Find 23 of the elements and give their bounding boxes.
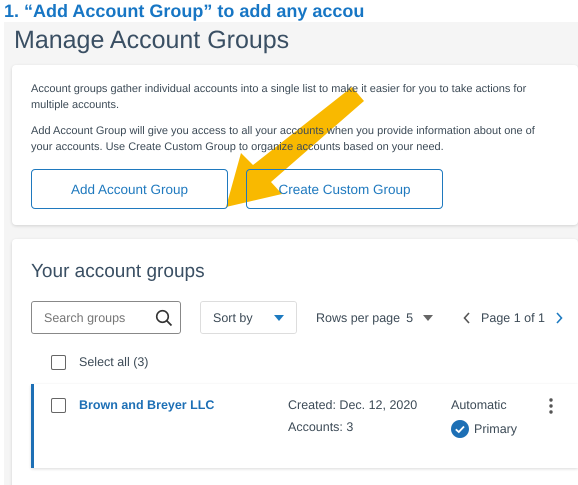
rows-per-page-dropdown[interactable]: 5 xyxy=(406,310,434,324)
rows-per-page-label: Rows per page xyxy=(316,310,400,324)
accounts-count: Accounts: 3 xyxy=(288,420,354,434)
outline-button[interactable]: Create Custom Group xyxy=(246,169,443,209)
search-field[interactable]: Search groups xyxy=(31,301,181,334)
select-all-checkbox[interactable] xyxy=(51,354,66,370)
caret-icon xyxy=(274,314,284,320)
next-page-icon[interactable] xyxy=(554,312,563,324)
primary-label: Primary xyxy=(474,422,518,436)
row-checkbox[interactable] xyxy=(51,398,66,413)
select-all-label: Select all (3) xyxy=(79,355,148,369)
caret-icon xyxy=(423,314,434,320)
page-title: Manage Account Groups xyxy=(14,26,290,55)
created-date: Created: Dec. 12, 2020 xyxy=(288,398,418,412)
tutorial-heading: 1. “Add Account Group” to add any accou xyxy=(3,0,366,22)
group-type: Automatic xyxy=(451,398,508,412)
search-icon xyxy=(155,309,173,327)
group-name-link[interactable]: Brown and Breyer LLC xyxy=(79,398,275,412)
more-options-icon[interactable] xyxy=(549,398,553,414)
section-title: Your account groups xyxy=(31,261,206,283)
sort-dropdown[interactable]: Sort by xyxy=(200,301,297,334)
page-indicator: Page 1 of 1 xyxy=(481,310,545,324)
outline-button[interactable]: Add Account Group xyxy=(31,169,228,209)
